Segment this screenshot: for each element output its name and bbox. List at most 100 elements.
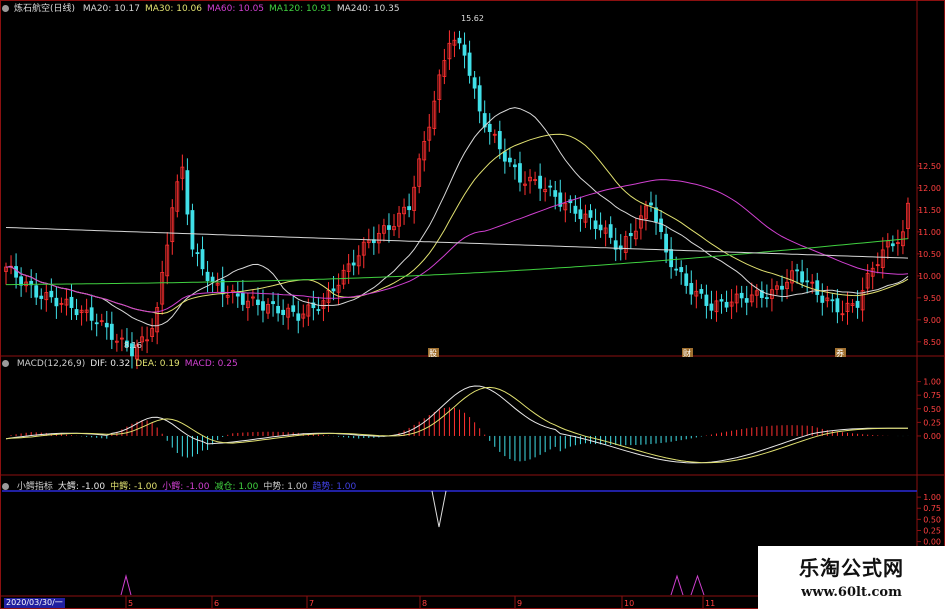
candle-body bbox=[276, 305, 281, 314]
outer-frame bbox=[0, 0, 945, 609]
candle-body bbox=[34, 285, 39, 298]
candle-body bbox=[472, 77, 477, 89]
candle-body bbox=[195, 252, 200, 255]
event-marker-label: 财 bbox=[683, 348, 691, 358]
candle-body bbox=[628, 233, 633, 237]
event-marker-label: 股 bbox=[429, 349, 437, 358]
candle-body bbox=[830, 299, 835, 302]
watermark-url: www.60lt.com bbox=[801, 585, 902, 600]
candle-body bbox=[553, 190, 558, 197]
price-tick-label: 8.50 bbox=[923, 338, 941, 347]
candle-body bbox=[709, 303, 714, 311]
header-value: 小鳄: -1.00 bbox=[162, 482, 210, 492]
candle-body bbox=[679, 267, 684, 273]
candle-body bbox=[462, 44, 467, 56]
header-value: 小鳄指标 bbox=[16, 482, 53, 492]
candle-body bbox=[351, 262, 356, 266]
watermark-title: 乐淘公式网 bbox=[799, 556, 904, 580]
candle-body bbox=[800, 271, 805, 283]
candle-body bbox=[744, 298, 749, 303]
price-tick-label: 11.00 bbox=[918, 228, 941, 237]
indicator-header: 小鳄指标 大鳄: -1.00 中鳄: -1.00 小鳄: -1.00 减仓: 1.00 中… bbox=[2, 479, 361, 492]
price-tick-label: 11.50 bbox=[918, 206, 941, 215]
x-tick-label: 9 bbox=[517, 599, 522, 608]
candle-body bbox=[190, 210, 195, 250]
candle-body bbox=[588, 210, 593, 218]
stock-name: 炼石航空(日线) bbox=[14, 4, 76, 14]
ma-line bbox=[5, 107, 909, 327]
candle-body bbox=[331, 288, 336, 292]
candle-body bbox=[205, 271, 210, 281]
candle-body bbox=[689, 283, 694, 295]
candle-body bbox=[235, 293, 240, 297]
header-value: 大鳄: -1.00 bbox=[57, 482, 106, 492]
candle-body bbox=[281, 309, 286, 316]
candle-body bbox=[387, 225, 391, 230]
indicator-up-spike bbox=[690, 574, 705, 596]
candle-body bbox=[94, 322, 99, 325]
settings-circle-icon[interactable] bbox=[2, 360, 9, 367]
ma-line bbox=[5, 227, 909, 259]
header-value: 中势: 1.00 bbox=[263, 482, 308, 492]
candle-body bbox=[185, 170, 190, 215]
price-tick-label: 10.00 bbox=[918, 272, 941, 281]
candle-body bbox=[316, 309, 321, 311]
candle-body bbox=[261, 301, 265, 311]
candle-body bbox=[654, 207, 658, 223]
header-value: MA120: 10.91 bbox=[269, 4, 332, 14]
candle-body bbox=[210, 276, 215, 283]
header-value: 中鳄: -1.00 bbox=[110, 482, 158, 492]
candle-body bbox=[699, 289, 704, 294]
candle-body bbox=[14, 266, 18, 278]
indicator-down-spike bbox=[431, 490, 447, 528]
candle-body bbox=[49, 290, 54, 298]
settings-circle-icon[interactable] bbox=[2, 5, 9, 12]
candle-body bbox=[835, 298, 840, 313]
candle-body bbox=[487, 123, 492, 132]
x-tick-label: 10 bbox=[624, 599, 634, 608]
candle-body bbox=[724, 301, 729, 308]
candle-body bbox=[104, 322, 109, 328]
candle-body bbox=[502, 151, 507, 162]
high-annotation: 15.62 bbox=[461, 14, 484, 23]
candle-body bbox=[74, 309, 79, 316]
price-tick-label: 12.00 bbox=[918, 184, 941, 193]
price-tick-label: 10.50 bbox=[918, 250, 941, 259]
indicator-tick-label: 1.00 bbox=[923, 493, 941, 502]
x-tick-label: 11 bbox=[705, 599, 715, 608]
event-marker-label: 券 bbox=[836, 348, 844, 358]
candle-body bbox=[538, 175, 543, 189]
candle-body bbox=[820, 295, 825, 303]
ma-line bbox=[5, 133, 909, 315]
header-value: MA30: 10.06 bbox=[144, 4, 202, 14]
candle-body bbox=[815, 280, 820, 295]
x-tick-label: 6 bbox=[214, 599, 219, 608]
candle-body bbox=[795, 269, 800, 272]
candle-body bbox=[518, 163, 522, 183]
chart-canvas[interactable]: 15.62 8.16 股 财 券 8.50 9.00 9.50 10.00 10.50 11.00… bbox=[0, 0, 945, 609]
low-annotation: 8.16 bbox=[124, 341, 142, 350]
indicator-tick-label: 0.75 bbox=[923, 504, 941, 513]
candle-body bbox=[548, 185, 553, 188]
header-value: MA20: 10.17 bbox=[82, 4, 140, 14]
candle-body bbox=[608, 224, 613, 238]
candle-body bbox=[109, 323, 114, 340]
macd-tick-label: 0.75 bbox=[923, 391, 941, 400]
settings-circle-icon[interactable] bbox=[2, 483, 9, 490]
header-value: 趋势: 1.00 bbox=[312, 482, 357, 492]
candle-body bbox=[477, 85, 482, 112]
indicator-tick-label: 0.25 bbox=[923, 526, 941, 535]
candle-body bbox=[780, 285, 784, 290]
candle-body bbox=[684, 273, 689, 286]
header-value: MA60: 10.05 bbox=[207, 4, 265, 14]
candle-body bbox=[669, 249, 674, 268]
header-value: MA240: 10.35 bbox=[336, 4, 400, 14]
candle-body bbox=[805, 280, 810, 283]
ma-line bbox=[6, 238, 909, 286]
candle-body bbox=[240, 292, 245, 305]
header-value: 减仓: 1.00 bbox=[214, 482, 259, 492]
candle-body bbox=[578, 209, 583, 220]
x-tick-label: 8 bbox=[422, 599, 427, 608]
date-label: 2020/03/30/一 bbox=[4, 598, 65, 608]
indicator-up-spike bbox=[670, 574, 684, 596]
